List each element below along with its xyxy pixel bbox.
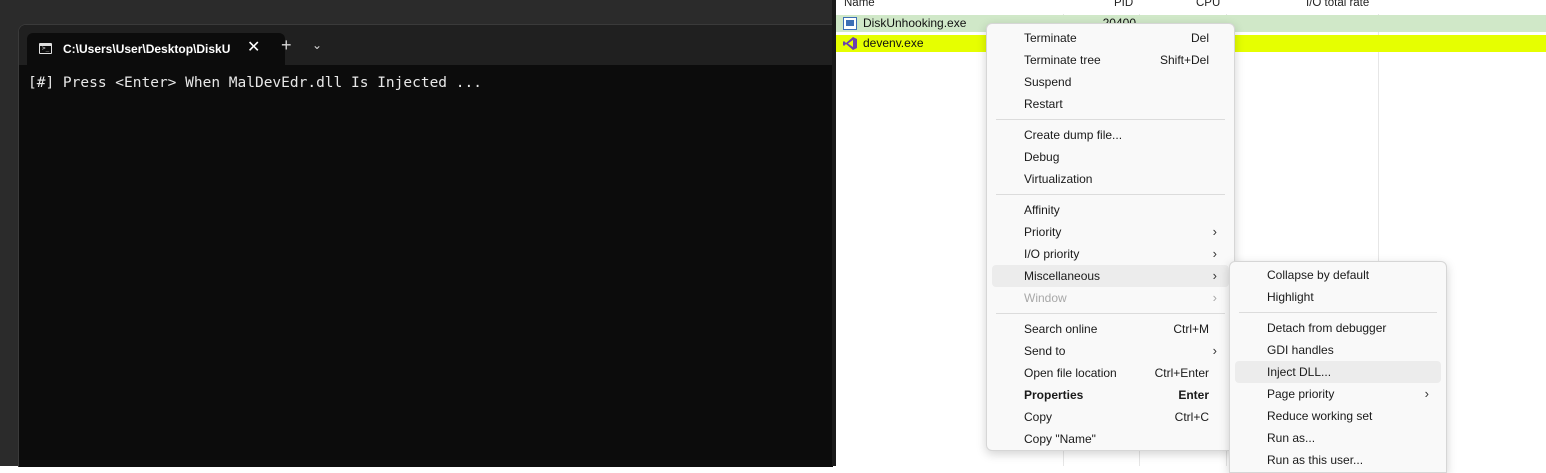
- menu-item-create-dump-file[interactable]: Create dump file...: [992, 124, 1229, 146]
- terminal-tab[interactable]: >_ C:\Users\User\Desktop\DiskU ✕: [27, 33, 285, 65]
- menu-item-page-priority[interactable]: Page priority ›: [1235, 383, 1441, 405]
- menu-item-restart[interactable]: Restart: [992, 93, 1229, 115]
- menu-item-shortcut: Ctrl+C: [1174, 410, 1209, 424]
- menu-item-label: Virtualization: [1024, 172, 1093, 186]
- process-context-menu: Terminate Del Terminate tree Shift+Del S…: [986, 23, 1235, 451]
- menu-item-label: Open file location: [1024, 366, 1117, 380]
- menu-item-open-file-location[interactable]: Open file location Ctrl+Enter: [992, 362, 1229, 384]
- terminal-tab-bar: >_ C:\Users\User\Desktop\DiskU ✕ + ⌄: [19, 25, 833, 65]
- chevron-right-icon: ›: [1212, 343, 1217, 358]
- menu-item-highlight[interactable]: Highlight: [1235, 286, 1441, 308]
- menu-item-label: Terminate tree: [1024, 53, 1101, 67]
- menu-item-window: Window ›: [992, 287, 1229, 309]
- menu-item-label: Inject DLL...: [1267, 365, 1332, 379]
- menu-separator: [1239, 312, 1437, 313]
- menu-item-detach-from-debugger[interactable]: Detach from debugger: [1235, 317, 1441, 339]
- menu-item-label: Restart: [1024, 97, 1063, 111]
- menu-item-search-online[interactable]: Search online Ctrl+M: [992, 318, 1229, 340]
- new-tab-button[interactable]: +: [281, 35, 292, 55]
- terminal-output: [#] Press <Enter> When MalDevEdr.dll Is …: [28, 75, 482, 91]
- menu-item-shortcut: Ctrl+M: [1173, 322, 1209, 336]
- chevron-right-icon: ›: [1424, 386, 1429, 401]
- menu-item-send-to[interactable]: Send to ›: [992, 340, 1229, 362]
- column-header-io-rate[interactable]: I/O total rate: [1306, 0, 1369, 10]
- column-header-name[interactable]: Name: [844, 0, 875, 10]
- menu-item-label: Collapse by default: [1267, 268, 1370, 282]
- menu-item-label: Run as this user...: [1267, 453, 1364, 467]
- menu-item-label: Search online: [1024, 322, 1098, 336]
- menu-item-label: Create dump file...: [1024, 128, 1123, 142]
- chevron-right-icon: ›: [1212, 290, 1217, 305]
- process-name: devenv.exe: [863, 36, 924, 50]
- menu-item-label: Copy "Name": [1024, 432, 1096, 446]
- menu-item-label: Suspend: [1024, 75, 1072, 89]
- menu-item-terminate[interactable]: Terminate Del: [992, 27, 1229, 49]
- menu-item-label: Detach from debugger: [1267, 321, 1387, 335]
- menu-item-shortcut: Ctrl+Enter: [1154, 366, 1209, 380]
- menu-item-label: Debug: [1024, 150, 1060, 164]
- menu-separator: [996, 119, 1225, 120]
- tab-dropdown-chevron-icon[interactable]: ⌄: [312, 37, 322, 53]
- menu-item-terminate-tree[interactable]: Terminate tree Shift+Del: [992, 49, 1229, 71]
- menu-item-suspend[interactable]: Suspend: [992, 71, 1229, 93]
- menu-item-collapse-by-default[interactable]: Collapse by default: [1235, 264, 1441, 286]
- menu-item-label: Priority: [1024, 225, 1062, 239]
- menu-item-priority[interactable]: Priority ›: [992, 221, 1229, 243]
- menu-item-debug[interactable]: Debug: [992, 146, 1229, 168]
- menu-separator: [996, 194, 1225, 195]
- tab-close-icon[interactable]: ✕: [247, 38, 260, 58]
- process-name: DiskUnhooking.exe: [863, 16, 967, 30]
- menu-item-affinity[interactable]: Affinity: [992, 199, 1229, 221]
- menu-item-label: Affinity: [1024, 203, 1060, 217]
- terminal-window[interactable]: >_ C:\Users\User\Desktop\DiskU ✕ + ⌄ [#]…: [18, 24, 833, 467]
- chevron-right-icon: ›: [1212, 246, 1217, 261]
- miscellaneous-submenu: Collapse by default Highlight Detach fro…: [1229, 261, 1447, 473]
- menu-item-inject-dll[interactable]: Inject DLL...: [1235, 361, 1441, 383]
- menu-item-gdi-handles[interactable]: GDI handles: [1235, 339, 1441, 361]
- menu-item-label: Send to: [1024, 344, 1066, 358]
- menu-item-copy[interactable]: Copy Ctrl+C: [992, 406, 1229, 428]
- menu-item-label: Window: [1024, 291, 1067, 305]
- menu-item-label: Copy: [1024, 410, 1053, 424]
- menu-item-shortcut: Shift+Del: [1159, 53, 1209, 67]
- menu-item-label: Run as...: [1267, 431, 1316, 445]
- visual-studio-icon: [843, 37, 857, 50]
- tab-title: C:\Users\User\Desktop\DiskU: [63, 42, 231, 56]
- menu-item-virtualization[interactable]: Virtualization: [992, 168, 1229, 190]
- menu-item-label: Terminate: [1024, 31, 1077, 45]
- menu-item-run-as-this-user[interactable]: Run as this user...: [1235, 449, 1441, 471]
- chevron-right-icon: ›: [1212, 268, 1217, 283]
- menu-item-label: Reduce working set: [1267, 409, 1373, 423]
- chevron-right-icon: ›: [1212, 224, 1217, 239]
- console-icon: >_: [39, 43, 52, 54]
- menu-item-label: Properties: [1024, 388, 1084, 402]
- menu-separator: [996, 313, 1225, 314]
- column-header-cpu[interactable]: CPU: [1196, 0, 1220, 10]
- menu-item-label: GDI handles: [1267, 343, 1334, 357]
- menu-item-label: I/O priority: [1024, 247, 1080, 261]
- menu-item-label: Page priority: [1267, 387, 1335, 401]
- menu-item-properties[interactable]: Properties Enter: [992, 384, 1229, 406]
- column-header-pid[interactable]: PID: [1114, 0, 1133, 10]
- menu-item-io-priority[interactable]: I/O priority ›: [992, 243, 1229, 265]
- menu-item-reduce-working-set[interactable]: Reduce working set: [1235, 405, 1441, 427]
- menu-item-label: Miscellaneous: [1024, 269, 1101, 283]
- menu-item-shortcut: Del: [1190, 31, 1209, 45]
- application-icon: [843, 17, 857, 30]
- menu-item-copy-name[interactable]: Copy "Name": [992, 428, 1229, 450]
- menu-item-shortcut: Enter: [1178, 388, 1209, 402]
- menu-item-label: Highlight: [1267, 290, 1314, 304]
- menu-item-miscellaneous[interactable]: Miscellaneous ›: [992, 265, 1229, 287]
- menu-item-run-as[interactable]: Run as...: [1235, 427, 1441, 449]
